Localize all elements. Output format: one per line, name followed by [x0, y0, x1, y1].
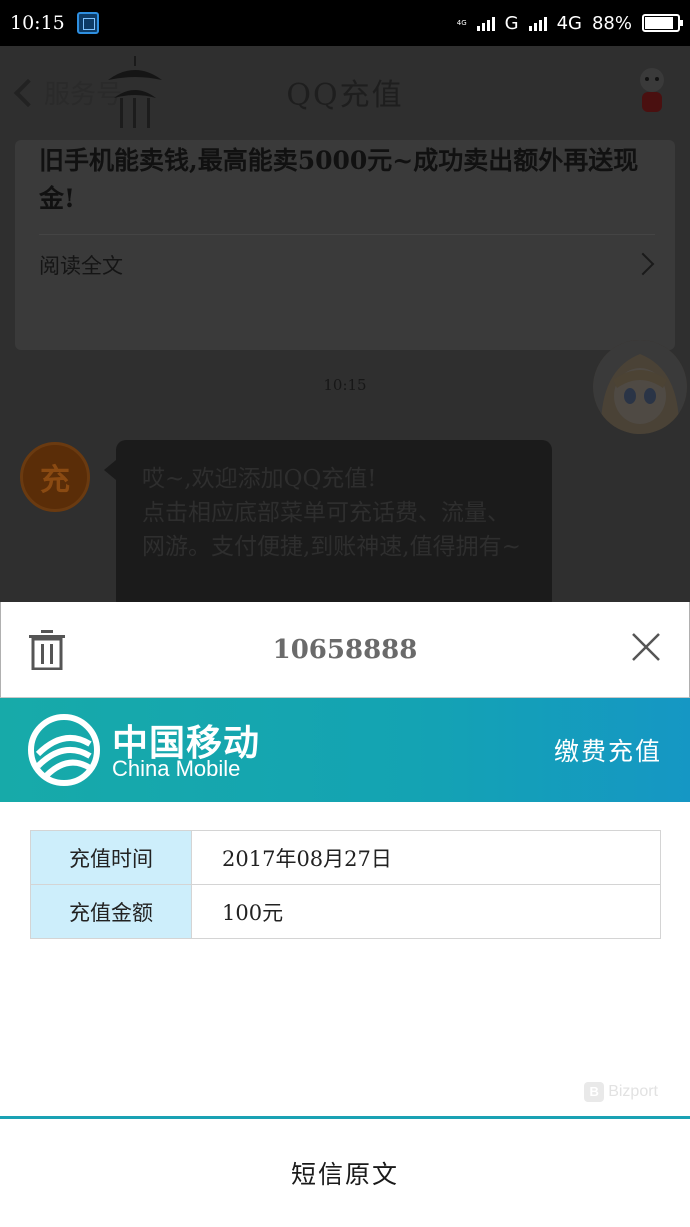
recharge-amount-value: 100元 [191, 884, 661, 939]
network-type-2: 4G [556, 12, 582, 34]
table-row: 充值时间 2017年08月27日 [30, 830, 661, 885]
brand-name-en: China Mobile [112, 756, 241, 781]
chat-title: QQ充值 [286, 78, 404, 113]
trash-icon[interactable] [29, 630, 65, 670]
chat-timestamp: 10:15 [323, 376, 367, 394]
china-mobile-logo-icon [28, 714, 100, 786]
read-more-link[interactable]: 阅读全文 [39, 250, 123, 280]
chat-background: 服务号 QQ充值 旧手机能卖钱,最高能卖5000元~成功卖出额外再送现金! 阅读… [0, 46, 690, 602]
battery-fill [645, 17, 673, 29]
pavilion-icon [108, 56, 162, 128]
chevron-right-icon [631, 252, 655, 276]
network-small-label: 4G [456, 19, 467, 27]
article-card[interactable]: 旧手机能卖钱,最高能卖5000元~成功卖出额外再送现金! 阅读全文 [15, 140, 675, 350]
article-text: 旧手机能卖钱,最高能卖5000元~成功卖出额外再送现金! [39, 146, 639, 213]
article-divider [39, 234, 655, 235]
sender-number: 10658888 [272, 634, 418, 665]
recharge-info-table: 充值时间 2017年08月27日 充值金额 100元 [30, 830, 661, 939]
service-label: 缴费充值 [553, 737, 662, 766]
signal-icon-2 [528, 15, 547, 31]
watermark-text: Bizport [608, 1083, 658, 1100]
screenshot-icon [76, 12, 99, 34]
table-row: 充值金额 100元 [30, 884, 661, 939]
signal-icon [476, 15, 495, 31]
network-type-1: G [504, 12, 519, 34]
battery-icon [642, 14, 683, 32]
bizport-watermark: B Bizport [584, 1082, 658, 1102]
sms-detail-sheet: 10658888 中国移动 China Mobile 缴费充值 充值时间 201… [0, 602, 690, 1227]
close-icon[interactable] [631, 632, 661, 662]
bot-avatar[interactable]: 充 [20, 442, 90, 512]
sheet-header: 10658888 [0, 602, 690, 698]
bizport-logo-icon: B [584, 1082, 605, 1102]
status-indicators: 4G G 4G 88% [456, 12, 683, 34]
user-avatar[interactable] [593, 340, 687, 434]
status-time: 10:15 [10, 12, 65, 34]
chat-title-bar: 服务号 QQ充值 [0, 46, 690, 138]
recharge-time-value: 2017年08月27日 [191, 830, 661, 885]
back-chevron-icon [13, 78, 43, 107]
profile-icon[interactable] [636, 66, 668, 114]
recharge-amount-label: 充值金额 [30, 884, 192, 939]
battery-percent: 88% [591, 12, 632, 34]
recharge-time-label: 充值时间 [30, 830, 192, 885]
original-sms-button[interactable]: 短信原文 [0, 1119, 690, 1227]
status-bar: 10:15 4G G 4G 88% [0, 0, 690, 46]
carrier-banner: 中国移动 China Mobile 缴费充值 [0, 698, 690, 802]
bot-message-bubble: 哎~,欢迎添加QQ充值! 点击相应底部菜单可充话费、流量、网游。支付便捷,到账神… [104, 440, 552, 602]
